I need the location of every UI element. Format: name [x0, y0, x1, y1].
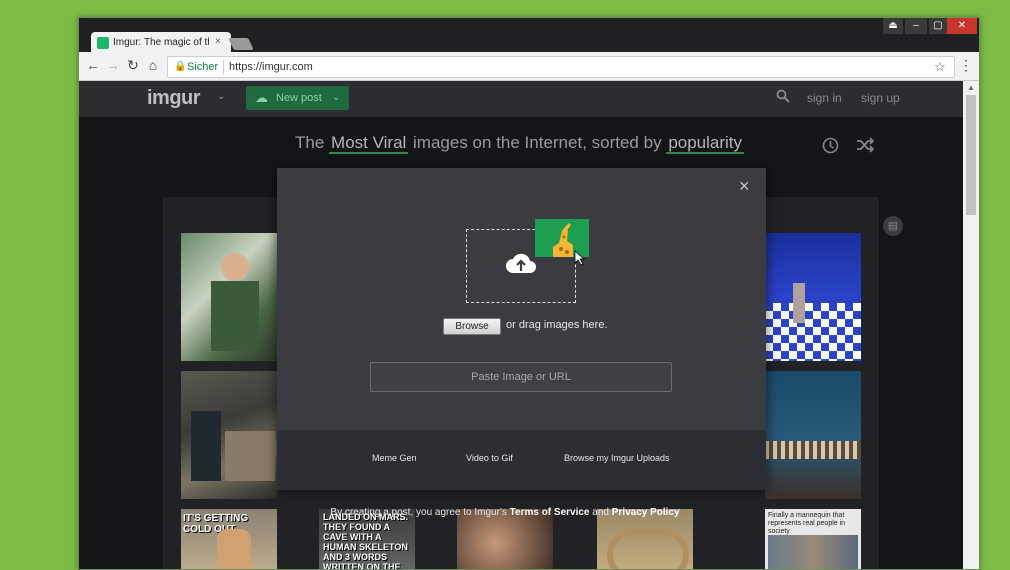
minimize-button[interactable]: – [905, 18, 927, 34]
tab-close-icon[interactable]: × [215, 36, 221, 47]
search-icon[interactable] [776, 89, 790, 106]
star-icon[interactable]: ☆ [934, 59, 946, 75]
privacy-policy-link[interactable]: Privacy Policy [612, 507, 680, 518]
imgur-logo[interactable]: imgur [147, 87, 201, 110]
paste-url-input[interactable]: Paste Image or URL [370, 362, 672, 392]
gallery-thumb[interactable]: LANDED ON MARS. THEY FOUND A CAVE WITH A… [319, 509, 415, 569]
address-bar[interactable]: 🔒 Sicher https://imgur.com ☆ [167, 56, 955, 78]
mouse-cursor-icon [574, 250, 586, 269]
new-tab-button[interactable] [228, 38, 254, 50]
upload-modal: × Browse or drag images here. Paste Imag… [277, 168, 766, 490]
meme-gen-link[interactable]: Meme Gen [372, 453, 417, 463]
user-profile-button[interactable]: ⏏ [883, 18, 903, 34]
maximize-button[interactable]: ▢ [929, 18, 947, 34]
modal-footer: Meme Gen Video to Gif Browse my Imgur Up… [277, 430, 766, 490]
tab-title: Imgur: The magic of the [113, 37, 209, 48]
chevron-down-icon: ⌄ [332, 92, 341, 103]
reload-icon[interactable]: ↻ [125, 57, 141, 73]
forward-icon[interactable]: → [105, 57, 121, 73]
hero-prefix: The [295, 133, 325, 152]
gallery-thumb[interactable] [181, 233, 277, 361]
browser-toolbar: ← → ↻ ⌂ 🔒 Sicher https://imgur.com ☆ ⋮ [79, 52, 979, 81]
gallery-thumb[interactable] [181, 371, 277, 499]
new-post-label: New post [276, 92, 322, 104]
terms-prefix: By creating a post, you agree to Imgur's [330, 507, 507, 518]
back-icon[interactable]: ← [85, 57, 101, 73]
scroll-thumb[interactable] [966, 95, 976, 215]
home-icon[interactable]: ⌂ [145, 57, 161, 73]
browse-button[interactable]: Browse [443, 318, 501, 335]
cloud-upload-icon: ☁ [255, 90, 268, 105]
sign-up-link[interactable]: sign up [861, 91, 900, 105]
gallery-thumb[interactable] [597, 509, 693, 569]
scroll-up-icon[interactable]: ▲ [967, 83, 975, 92]
hero-heading: The Most Viral images on the Internet, s… [295, 133, 745, 154]
hero-middle: images on the Internet, sorted by [413, 133, 662, 152]
cloud-upload-icon [505, 250, 537, 282]
sign-in-link[interactable]: sign in [807, 91, 842, 105]
address-divider [223, 60, 224, 74]
url-text: https://imgur.com [229, 61, 313, 73]
terms-and: and [592, 507, 609, 518]
gallery-thumb[interactable] [457, 509, 553, 569]
gallery-thumb[interactable]: IT'S GETTING COLD OUT [181, 509, 277, 569]
title-bar: Imgur: The magic of the × ⏏ – ▢ ✕ [79, 18, 979, 54]
menu-icon[interactable]: ⋮ [959, 57, 973, 74]
browser-tab[interactable]: Imgur: The magic of the × [91, 32, 231, 54]
chat-icon[interactable]: ▤ [883, 216, 903, 236]
site-header: imgur ⌄ ☁ New post ⌄ sign in sign up [79, 81, 963, 117]
terms-notice: By creating a post, you agree to Imgur's… [0, 507, 1010, 518]
sort-type-dropdown[interactable]: Most Viral [329, 133, 409, 154]
close-window-button[interactable]: ✕ [947, 18, 977, 34]
imgur-favicon-icon [97, 37, 109, 49]
chevron-down-icon[interactable]: ⌄ [217, 91, 225, 102]
meme-caption: LANDED ON MARS. THEY FOUND A CAVE WITH A… [323, 512, 408, 569]
drag-instructions: or drag images here. [506, 319, 608, 331]
paste-url-placeholder: Paste Image or URL [471, 371, 571, 383]
lock-icon: 🔒 [174, 61, 187, 72]
shuffle-icon[interactable] [856, 137, 875, 158]
terms-of-service-link[interactable]: Terms of Service [510, 507, 590, 518]
sort-order-dropdown[interactable]: popularity [666, 133, 745, 154]
gallery-thumb[interactable] [765, 233, 861, 361]
browse-uploads-link[interactable]: Browse my Imgur Uploads [564, 453, 670, 463]
gallery-thumb[interactable]: Finally a mannequin that represents real… [765, 509, 861, 569]
clock-icon[interactable] [822, 137, 839, 159]
page-scrollbar[interactable]: ▲ [963, 81, 979, 569]
video-to-gif-link[interactable]: Video to Gif [466, 453, 513, 463]
close-icon[interactable]: × [739, 176, 750, 197]
new-post-button[interactable]: ☁ New post ⌄ [246, 86, 349, 110]
gallery-thumb[interactable] [765, 371, 861, 499]
secure-label: Sicher [187, 61, 219, 73]
